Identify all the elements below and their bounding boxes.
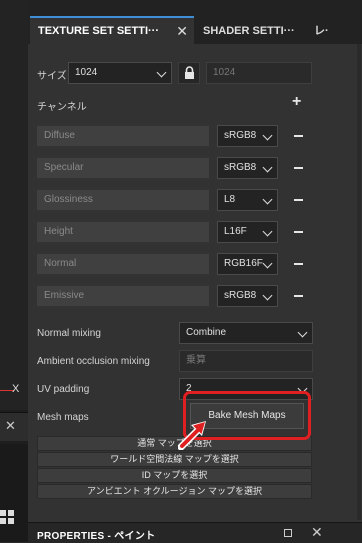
- grid-icon[interactable]: [0, 510, 16, 526]
- normal-mixing-label: Normal mixing: [37, 328, 101, 339]
- arrow-icon: [178, 421, 206, 450]
- lock-icon[interactable]: [178, 62, 200, 84]
- viewport-area[interactable]: X ✕: [0, 0, 28, 542]
- tab-bar: TEXTURE SET SETTI··· ✕ SHADER SETTI··· レ…: [28, 0, 362, 44]
- remove-channel-icon[interactable]: [294, 135, 303, 137]
- chevron-down-icon: [262, 226, 273, 237]
- close-icon[interactable]: ✕: [311, 524, 323, 541]
- chevron-down-icon: [262, 258, 273, 269]
- format-value: L8: [224, 194, 236, 205]
- close-icon[interactable]: ✕: [5, 418, 16, 434]
- channel-emissive-name: Emissive: [37, 286, 209, 306]
- select-id-map-button[interactable]: ID マップを選択: [37, 468, 312, 483]
- channel-diffuse-name: Diffuse: [37, 126, 209, 146]
- channel-height-name: Height: [37, 222, 209, 242]
- remove-channel-icon[interactable]: [294, 295, 303, 297]
- mesh-maps-label: Mesh maps: [37, 412, 89, 423]
- chevron-down-icon: [262, 162, 273, 173]
- size-linked-field: 1024: [206, 62, 312, 84]
- channel-glossiness-name: Glossiness: [37, 190, 209, 210]
- channel-height-format[interactable]: L16F: [217, 221, 278, 243]
- tab-texture-set-settings[interactable]: TEXTURE SET SETTI··· ✕: [30, 16, 194, 44]
- format-value: L16F: [224, 226, 247, 237]
- remove-channel-icon[interactable]: [294, 167, 303, 169]
- normal-mixing-value: Combine: [186, 327, 227, 338]
- remove-channel-icon[interactable]: [294, 231, 303, 233]
- close-icon[interactable]: ✕: [176, 18, 188, 44]
- properties-panel-header: PROPERTIES - ペイント ✕: [28, 522, 362, 543]
- tab-label: TEXTURE SET SETTI···: [38, 25, 159, 37]
- size-value: 1024: [75, 67, 98, 78]
- add-channel-icon[interactable]: +: [292, 93, 301, 111]
- tab-shader-settings[interactable]: SHADER SETTI···: [203, 18, 295, 44]
- remove-channel-icon[interactable]: [294, 199, 303, 201]
- properties-title: PROPERTIES - ペイント: [37, 531, 156, 542]
- chevron-down-icon: [262, 130, 273, 141]
- viewport-lower-area: [0, 444, 28, 542]
- format-value: RGB16F: [224, 258, 263, 269]
- ao-mixing-label: Ambient occlusion mixing: [37, 356, 150, 367]
- channel-diffuse-format[interactable]: sRGB8: [217, 125, 278, 147]
- x-axis-label: X: [12, 383, 20, 395]
- format-value: sRGB8: [224, 130, 257, 141]
- channel-glossiness-format[interactable]: L8: [217, 189, 278, 211]
- select-ao-map-button[interactable]: アンビエント オクルージョン マップを選択: [37, 484, 312, 499]
- chevron-down-icon: [262, 194, 273, 205]
- chevron-down-icon: [156, 67, 167, 78]
- size-select[interactable]: 1024: [68, 62, 172, 84]
- scrollbar[interactable]: [357, 44, 361, 520]
- normal-mixing-select[interactable]: Combine: [179, 322, 313, 344]
- chevron-down-icon: [297, 327, 308, 338]
- tab-overflow[interactable]: レ·: [314, 18, 329, 44]
- format-value: sRGB8: [224, 162, 257, 173]
- channel-normal-name: Normal: [37, 254, 209, 274]
- chevron-down-icon: [262, 290, 273, 301]
- undock-icon[interactable]: [284, 529, 292, 537]
- channel-normal-format[interactable]: RGB16F: [217, 253, 278, 275]
- size-label: サイズ: [37, 71, 67, 82]
- channel-specular-name: Specular: [37, 158, 209, 178]
- viewport-canvas[interactable]: [0, 0, 28, 410]
- channel-specular-format[interactable]: sRGB8: [217, 157, 278, 179]
- select-world-space-normal-map-button[interactable]: ワールド空間法線 マップを選択: [37, 452, 312, 467]
- channel-emissive-format[interactable]: sRGB8: [217, 285, 278, 307]
- format-value: sRGB8: [224, 290, 257, 301]
- remove-channel-icon[interactable]: [294, 263, 303, 265]
- texture-set-settings-panel: TEXTURE SET SETTI··· ✕ SHADER SETTI··· レ…: [28, 0, 362, 543]
- channels-label: チャンネル: [37, 102, 87, 113]
- ao-mixing-field: 乗算: [179, 350, 313, 372]
- uv-padding-label: UV padding: [37, 384, 90, 395]
